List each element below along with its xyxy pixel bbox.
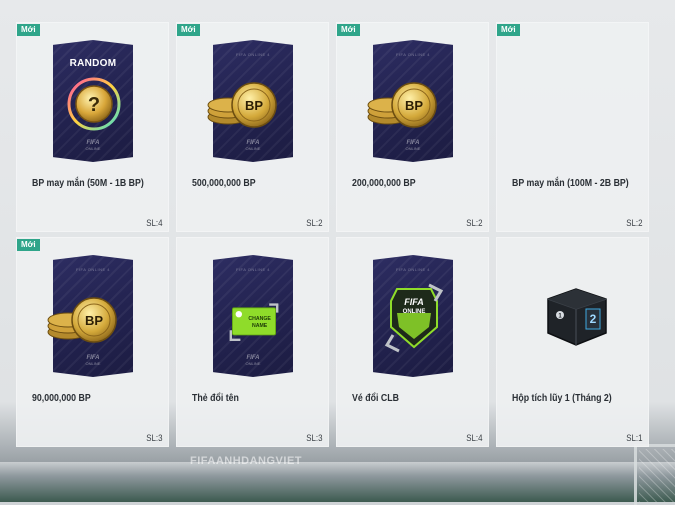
- card-title: RANDOM: [69, 58, 117, 69]
- change-name-card: FIFA ONLINE 4 CHANGE NAME FIFA ONLINE: [213, 255, 293, 377]
- fifa-logo: FIFA ONLINE: [85, 140, 101, 151]
- item-quantity: SL:2: [466, 218, 483, 228]
- bp-coins-icon: BP: [207, 82, 277, 128]
- svg-text:ONLINE: ONLINE: [403, 309, 426, 315]
- bp-coins-icon: BP: [47, 297, 117, 343]
- svg-text:CHANGE: CHANGE: [248, 316, 271, 322]
- item-name: 90,000,000 BP: [32, 393, 91, 404]
- svg-text:BP: BP: [245, 98, 263, 113]
- new-badge: Mới: [337, 24, 360, 36]
- bp-coins-icon: BP: [367, 82, 437, 128]
- fifa-online-shield-icon: FIFA ONLINE: [384, 283, 444, 353]
- new-badge: Mới: [177, 24, 200, 36]
- goal-post: [634, 444, 675, 505]
- item-tile[interactable]: FIFA ONLINE 4 CHANGE NAME FIFA ONLINE Thẻ…: [176, 237, 329, 447]
- fifa-logo: FIFA ONLINE: [405, 140, 421, 151]
- item-tile[interactable]: Mới RANDOM ? FIFA ONLINE BP may mắn (50M …: [16, 22, 169, 232]
- item-name: BP may mắn (100M - 2B BP): [512, 178, 629, 189]
- new-badge: Mới: [17, 24, 40, 36]
- item-quantity: SL:3: [306, 433, 323, 443]
- item-quantity: SL:4: [466, 433, 483, 443]
- item-tile[interactable]: FIFA ONLINE 4 FIFA ONLINE Vé đổi CLB SL:…: [336, 237, 489, 447]
- svg-text:BP: BP: [85, 313, 103, 328]
- pitch-background: [0, 462, 675, 502]
- card-caption: FIFA ONLINE 4: [395, 267, 431, 272]
- item-quantity: SL:2: [306, 218, 323, 228]
- random-card: RANDOM ? FIFA ONLINE: [53, 40, 133, 162]
- fifa-logo: FIFA ONLINE: [245, 355, 261, 366]
- item-name: Hộp tích lũy 1 (Tháng 2): [512, 393, 612, 404]
- item-tile[interactable]: Mới FIFA ONLINE 4 FIFA ONLINE BP 90,000,0…: [16, 237, 169, 447]
- item-tile[interactable]: Mới FIFA ONLINE 4 FIFA ONLINE BP 500,000,…: [176, 22, 329, 232]
- card-caption: FIFA ONLINE 4: [235, 267, 271, 272]
- item-name: Vé đổi CLB: [352, 393, 399, 404]
- item-name: 200,000,000 BP: [352, 178, 416, 189]
- item-tile[interactable]: 2 1 Hộp tích lũy 1 (Tháng 2) SL:1: [496, 237, 649, 447]
- fifa-logo: FIFA ONLINE: [245, 140, 261, 151]
- item-tile[interactable]: Mới BP may mắn (100M - 2B BP) SL:2: [496, 22, 649, 232]
- watermark: FIFAANHDANGVIET: [190, 455, 302, 467]
- item-quantity: SL:3: [146, 433, 163, 443]
- svg-text:?: ?: [88, 94, 100, 116]
- item-grid: Mới RANDOM ? FIFA ONLINE BP may mắn (50M …: [16, 22, 652, 447]
- chest-label: 2: [590, 312, 597, 326]
- card-caption: FIFA ONLINE 4: [395, 52, 431, 57]
- item-name: 500,000,000 BP: [192, 178, 256, 189]
- item-quantity: SL:2: [626, 218, 643, 228]
- svg-text:FIFA: FIFA: [404, 297, 424, 307]
- card-caption: FIFA ONLINE 4: [75, 267, 111, 272]
- item-name: BP may mắn (50M - 1B BP): [32, 178, 144, 189]
- card-caption: FIFA ONLINE 4: [235, 52, 271, 57]
- item-tile[interactable]: Mới FIFA ONLINE 4 FIFA ONLINE BP 200,000,…: [336, 22, 489, 232]
- question-coin-icon: ?: [67, 77, 121, 131]
- club-card: FIFA ONLINE 4 FIFA ONLINE: [373, 255, 453, 377]
- item-quantity: SL:4: [146, 218, 163, 228]
- fifa-logo: FIFA ONLINE: [85, 355, 101, 366]
- item-name: Thẻ đổi tên: [192, 393, 239, 404]
- new-badge: Mới: [17, 239, 40, 251]
- change-name-icon: CHANGE NAME: [229, 303, 279, 341]
- svg-text:BP: BP: [405, 98, 423, 113]
- svg-text:NAME: NAME: [252, 323, 268, 329]
- item-quantity: SL:1: [626, 433, 643, 443]
- new-badge: Mới: [497, 24, 520, 36]
- chest-icon: 2 1: [547, 288, 607, 346]
